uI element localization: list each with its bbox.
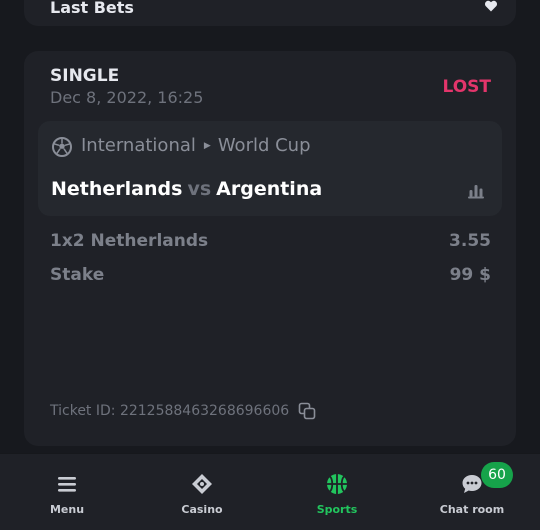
bet-type: SINGLE	[50, 66, 120, 86]
stake-row: Stake 99 $	[50, 265, 491, 285]
heart-icon[interactable]	[484, 0, 498, 13]
nav-chat-room-label: Chat room	[439, 503, 505, 516]
event-breadcrumb: International ▶ World Cup	[81, 135, 311, 156]
sports-ball-icon	[327, 474, 347, 494]
nav-menu-label: Menu	[49, 503, 85, 516]
vs-label: vs	[187, 178, 212, 200]
copy-icon[interactable]	[298, 402, 316, 420]
soccer-ball-icon	[52, 137, 72, 157]
bet-date: Dec 8, 2022, 16:25	[50, 88, 204, 107]
nav-casino-label: Casino	[181, 503, 223, 516]
stake-label: Stake	[50, 265, 105, 285]
event-league: World Cup	[217, 135, 311, 156]
stats-bars-icon[interactable]	[467, 183, 485, 199]
bet-status: LOST	[442, 77, 491, 97]
last-bets-header[interactable]: Last Bets	[24, 0, 516, 26]
last-bets-title: Last Bets	[50, 0, 134, 17]
nav-sports[interactable]: Sports	[282, 454, 392, 530]
chevron-right-icon: ▶	[203, 140, 211, 151]
nav-sports-label: Sports	[316, 503, 358, 516]
bottom-nav: Menu Casino Sports 60 Chat room	[0, 453, 540, 530]
event-box[interactable]: International ▶ World Cup Netherlands vs A…	[38, 121, 502, 216]
ticket-id: Ticket ID: 2212588463268696606	[50, 402, 316, 420]
chat-unread-badge: 60	[481, 462, 513, 488]
away-team: Argentina	[216, 178, 323, 200]
home-team: Netherlands	[51, 178, 183, 200]
nav-chat-room[interactable]: 60 Chat room	[417, 454, 527, 530]
casino-chip-icon	[192, 474, 212, 494]
selection-odds: 3.55	[449, 231, 491, 251]
selection-label: 1x2 Netherlands	[50, 231, 209, 251]
hamburger-icon	[58, 477, 76, 492]
event-category: International	[81, 135, 196, 156]
stake-value: 99 $	[449, 265, 491, 285]
ticket-id-text: Ticket ID: 2212588463268696606	[50, 403, 290, 419]
nav-casino[interactable]: Casino	[147, 454, 257, 530]
bet-card: SINGLE Dec 8, 2022, 16:25 LOST Internati…	[24, 51, 516, 446]
nav-menu[interactable]: Menu	[12, 454, 122, 530]
selection-row: 1x2 Netherlands 3.55	[50, 231, 491, 251]
event-teams: Netherlands vs Argentina	[51, 178, 322, 200]
